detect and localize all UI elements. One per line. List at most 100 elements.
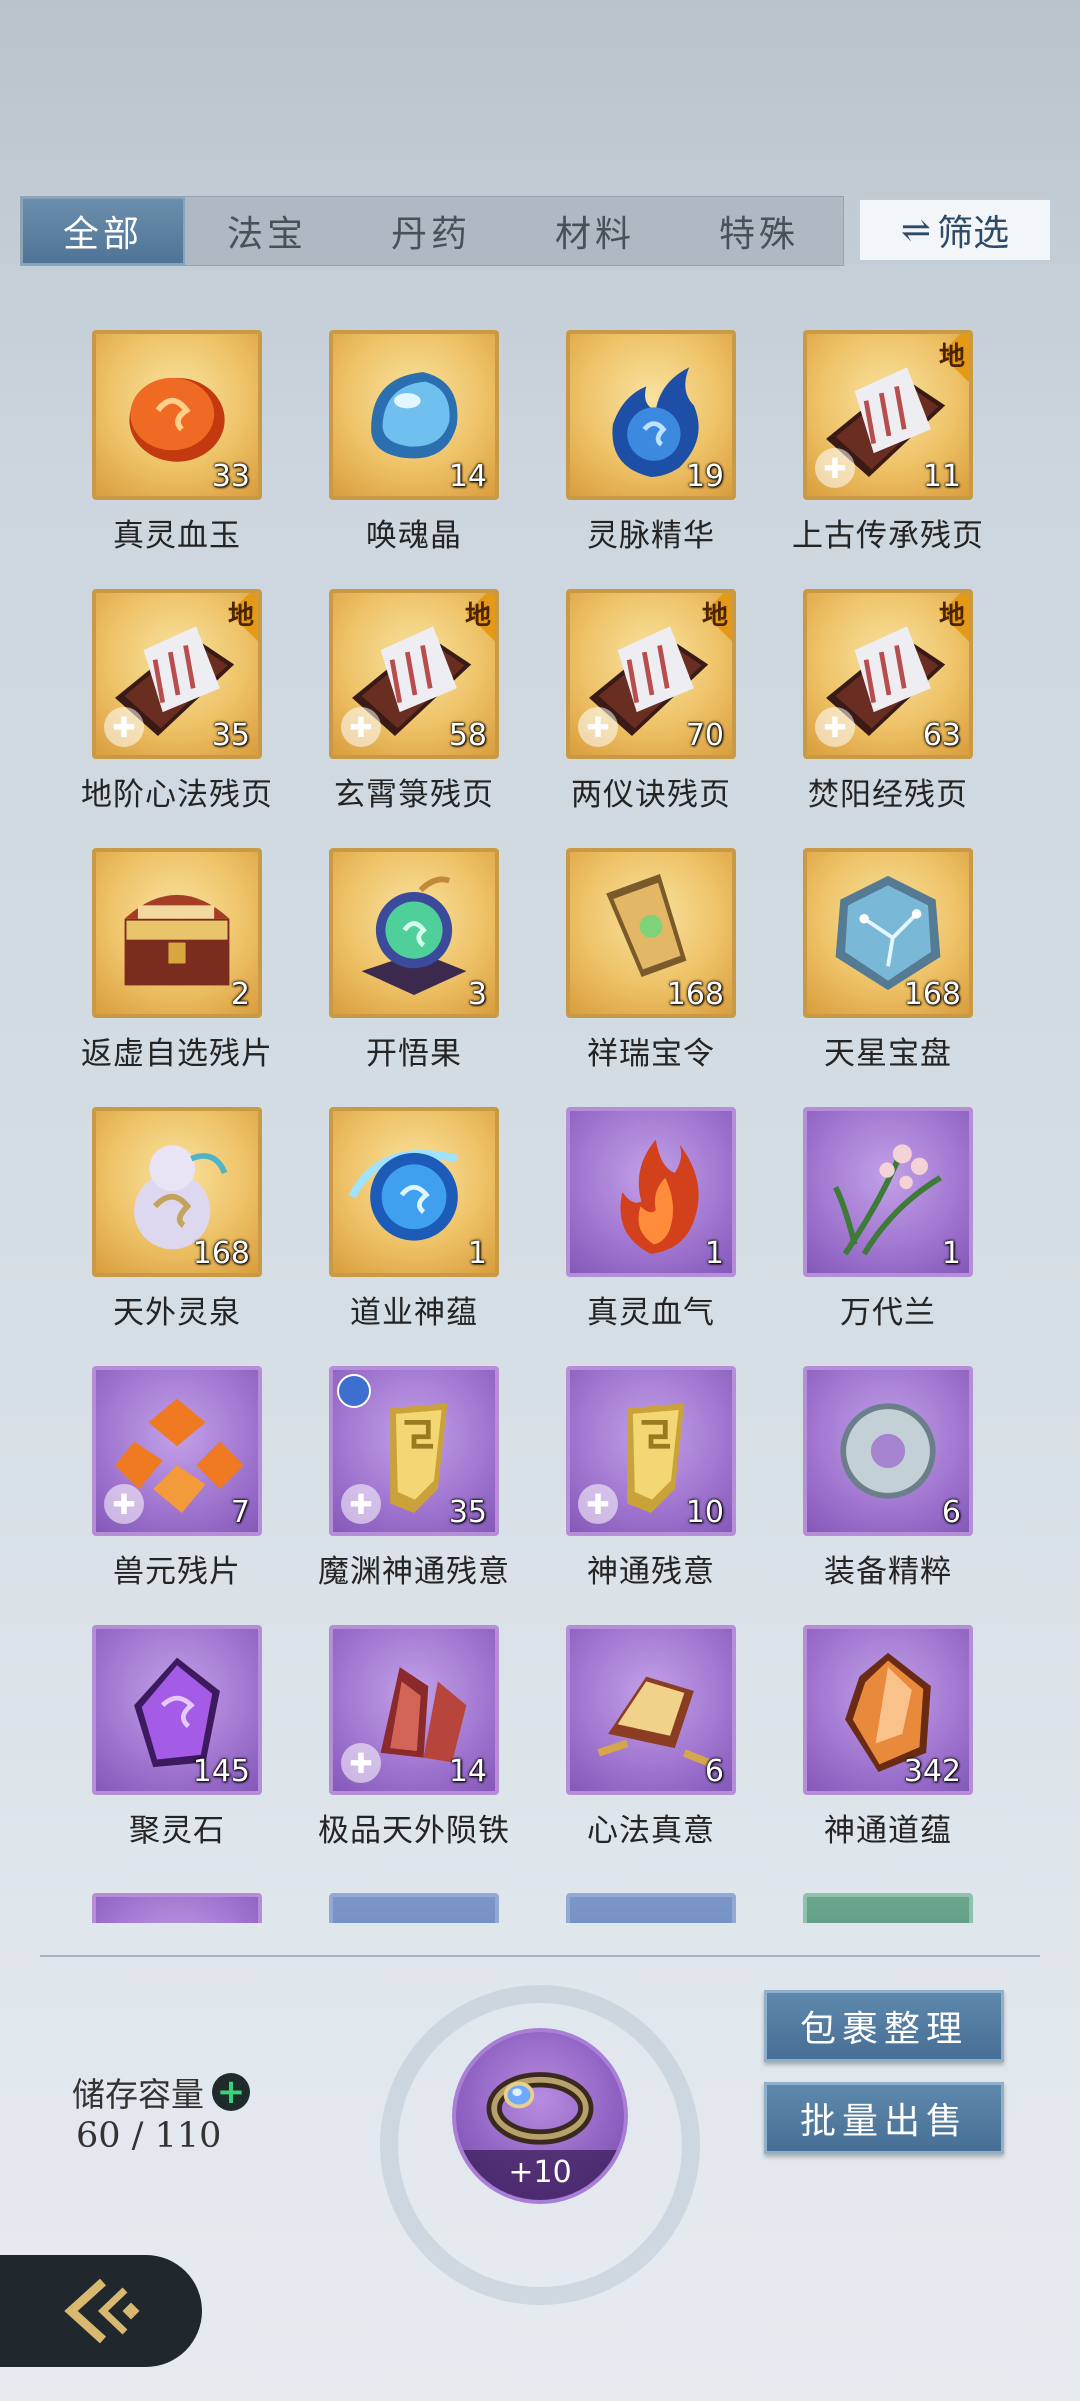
item-count: 35 bbox=[211, 718, 250, 753]
item-name: 唤魂晶 bbox=[366, 518, 462, 554]
inventory-item-partial[interactable] bbox=[329, 1893, 499, 1923]
item-count: 7 bbox=[230, 1495, 250, 1530]
item-count: 145 bbox=[192, 1754, 250, 1789]
item-name: 神通残意 bbox=[587, 1554, 715, 1590]
item-count: 11 bbox=[922, 459, 961, 494]
item-name: 道业神蕴 bbox=[350, 1295, 478, 1331]
item-name: 玄霄箓残页 bbox=[334, 777, 494, 813]
item-icon-frame: 145 bbox=[92, 1625, 262, 1795]
item-count: 2 bbox=[230, 977, 250, 1012]
item-icon-frame: ✚ 10 bbox=[566, 1366, 736, 1536]
item-icon-frame: 6 bbox=[803, 1366, 973, 1536]
storage-capacity: 储存容量 + bbox=[72, 2068, 250, 2116]
fragment-icon: ✚ bbox=[104, 1484, 144, 1524]
item-icon-frame bbox=[566, 1893, 736, 1923]
item-name: 开悟果 bbox=[366, 1036, 462, 1072]
item-name: 极品天外陨铁 bbox=[318, 1813, 510, 1849]
item-icon-frame: 地 ✚ 35 bbox=[92, 589, 262, 759]
organize-bag-button[interactable]: 包裹整理 bbox=[764, 1990, 1004, 2062]
item-name: 地阶心法残页 bbox=[81, 777, 273, 813]
item-name: 返虚自选残片 bbox=[81, 1036, 273, 1072]
item-icon-frame: 2 bbox=[92, 848, 262, 1018]
inventory-grid: 33 真灵血玉 14 唤魂晶 19 灵脉精华地 ✚ 11 上古传承残页地 ✚ 35 地阶心法残页地 ✚ 5… bbox=[0, 0, 1080, 1930]
fragment-icon: ✚ bbox=[104, 707, 144, 747]
item-count: 1 bbox=[704, 1236, 724, 1271]
fragment-icon: ✚ bbox=[341, 1484, 381, 1524]
item-count: 3 bbox=[467, 977, 487, 1012]
item-icon-frame: 342 bbox=[803, 1625, 973, 1795]
inventory-item-partial[interactable] bbox=[92, 1893, 262, 1923]
sect-badge-icon bbox=[337, 1374, 371, 1408]
item-icon-frame: 1 bbox=[566, 1107, 736, 1277]
item-name: 天外灵泉 bbox=[113, 1295, 241, 1331]
item-name: 真灵血玉 bbox=[113, 518, 241, 554]
fragment-icon: ✚ bbox=[815, 448, 855, 488]
item-count: 35 bbox=[448, 1495, 487, 1530]
item-icon-frame: ✚ 14 bbox=[329, 1625, 499, 1795]
fragment-icon: ✚ bbox=[578, 707, 618, 747]
item-icon-frame: 168 bbox=[566, 848, 736, 1018]
item-count: 6 bbox=[704, 1754, 724, 1789]
fragment-icon: ✚ bbox=[341, 707, 381, 747]
item-icon-frame: 168 bbox=[92, 1107, 262, 1277]
item-icon-frame: 168 bbox=[803, 848, 973, 1018]
bulk-sell-button[interactable]: 批量出售 bbox=[764, 2082, 1004, 2154]
item-name: 魔渊神通残意 bbox=[318, 1554, 510, 1590]
grade-badge: 地 bbox=[701, 601, 728, 631]
item-count: 14 bbox=[448, 459, 487, 494]
item-name: 祥瑞宝令 bbox=[587, 1036, 715, 1072]
back-arrow-icon bbox=[64, 2278, 140, 2344]
item-name: 焚阳经残页 bbox=[808, 777, 968, 813]
divider bbox=[40, 1955, 1040, 1957]
item-count: 33 bbox=[211, 459, 250, 494]
grade-badge: 地 bbox=[938, 601, 965, 631]
item-count: 168 bbox=[903, 977, 961, 1012]
inventory-item-partial[interactable] bbox=[803, 1893, 973, 1923]
item-icon-frame: 33 bbox=[92, 330, 262, 500]
expand-storage-icon[interactable]: + bbox=[212, 2072, 250, 2112]
item-count: 19 bbox=[685, 459, 724, 494]
featured-item[interactable]: +10 bbox=[452, 2028, 628, 2204]
item-icon-frame: 6 bbox=[566, 1625, 736, 1795]
storage-value: 60 / 110 bbox=[76, 2116, 222, 2156]
item-count: 1 bbox=[467, 1236, 487, 1271]
item-icon-frame bbox=[803, 1893, 973, 1923]
item-icon-frame: 地 ✚ 58 bbox=[329, 589, 499, 759]
back-button[interactable] bbox=[0, 2255, 202, 2367]
item-icon-frame: ✚ 7 bbox=[92, 1366, 262, 1536]
item-count: 70 bbox=[685, 718, 724, 753]
featured-item-bonus: +10 bbox=[456, 2150, 624, 2200]
item-count: 168 bbox=[666, 977, 724, 1012]
grade-badge: 地 bbox=[938, 342, 965, 372]
grade-badge: 地 bbox=[227, 601, 254, 631]
item-icon-frame: 19 bbox=[566, 330, 736, 500]
item-icon-frame bbox=[92, 1893, 262, 1923]
item-count: 1 bbox=[941, 1236, 961, 1271]
item-count: 6 bbox=[941, 1495, 961, 1530]
item-icon-frame: 地 ✚ 11 bbox=[803, 330, 973, 500]
item-name: 万代兰 bbox=[840, 1295, 936, 1331]
item-name: 心法真意 bbox=[587, 1813, 715, 1849]
item-name: 天星宝盘 bbox=[824, 1036, 952, 1072]
item-name: 装备精粹 bbox=[824, 1554, 952, 1590]
item-count: 14 bbox=[448, 1754, 487, 1789]
item-icon-frame: 地 ✚ 63 bbox=[803, 589, 973, 759]
grade-badge: 地 bbox=[464, 601, 491, 631]
item-icon-frame bbox=[329, 1893, 499, 1923]
item-name: 真灵血气 bbox=[587, 1295, 715, 1331]
item-name: 兽元残片 bbox=[113, 1554, 241, 1590]
item-icon-frame: 地 ✚ 70 bbox=[566, 589, 736, 759]
item-icon-frame: 3 bbox=[329, 848, 499, 1018]
item-name: 两仪诀残页 bbox=[571, 777, 731, 813]
item-name: 神通道蕴 bbox=[824, 1813, 952, 1849]
fragment-icon: ✚ bbox=[815, 707, 855, 747]
item-name: 灵脉精华 bbox=[587, 518, 715, 554]
item-icon-frame: 14 bbox=[329, 330, 499, 500]
item-count: 10 bbox=[685, 1495, 724, 1530]
item-icon-frame: 1 bbox=[803, 1107, 973, 1277]
inventory-item-partial[interactable] bbox=[566, 1893, 736, 1923]
item-count: 168 bbox=[192, 1236, 250, 1271]
item-name: 聚灵石 bbox=[129, 1813, 225, 1849]
fragment-icon: ✚ bbox=[578, 1484, 618, 1524]
item-name: 上古传承残页 bbox=[792, 518, 984, 554]
